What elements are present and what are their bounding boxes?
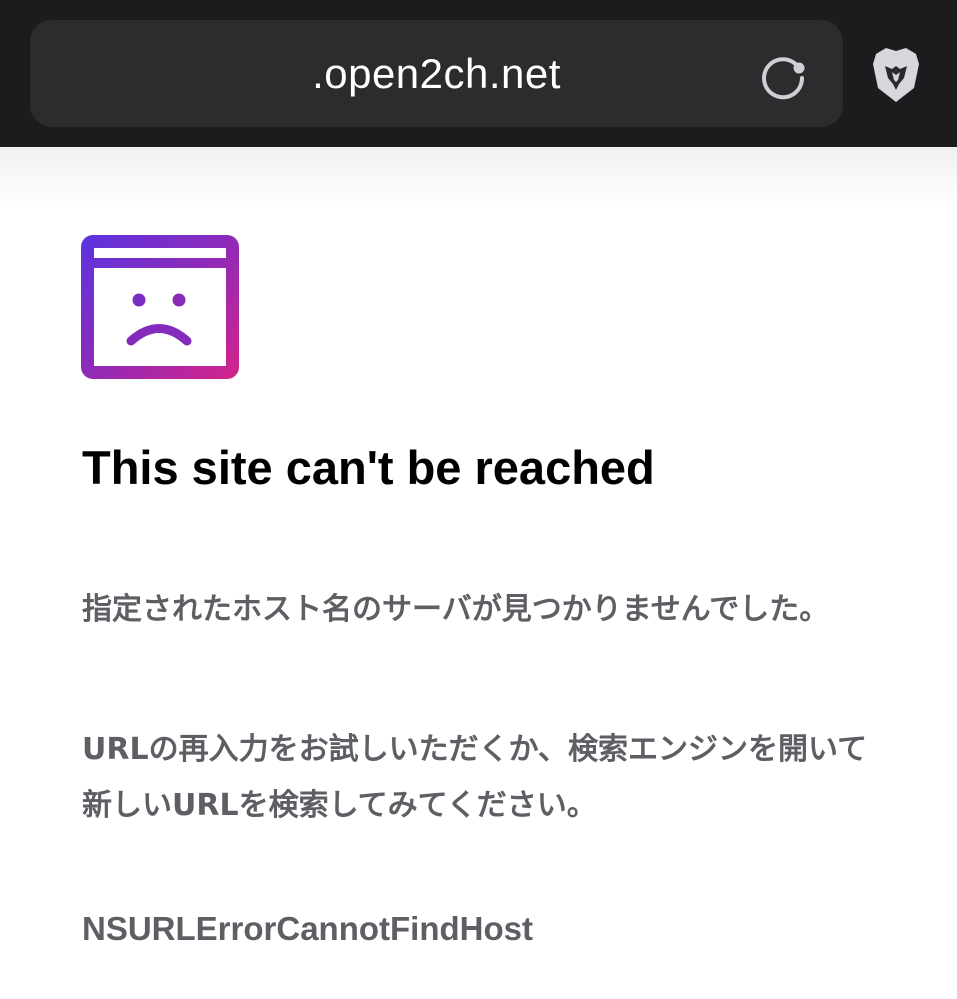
brave-lion-shield-icon[interactable] — [868, 44, 924, 106]
address-bar[interactable]: .open2ch.net — [30, 20, 843, 127]
reload-icon[interactable] — [755, 48, 811, 104]
page-title: This site can't be reached — [82, 441, 655, 494]
browser-toolbar: .open2ch.net — [0, 0, 957, 147]
error-code: NSURLErrorCannotFindHost — [82, 910, 533, 947]
error-message: 指定されたホスト名のサーバが見つかりませんでした。 — [82, 592, 830, 627]
url-text[interactable]: .open2ch.net — [30, 20, 843, 127]
toolbar-shadow — [0, 147, 957, 207]
suggestion-message: URLの再入力をお試しいただくか、検索エンジンを開いて新しいURLを検索してみて… — [82, 732, 868, 823]
sad-browser-window-icon — [81, 235, 239, 379]
